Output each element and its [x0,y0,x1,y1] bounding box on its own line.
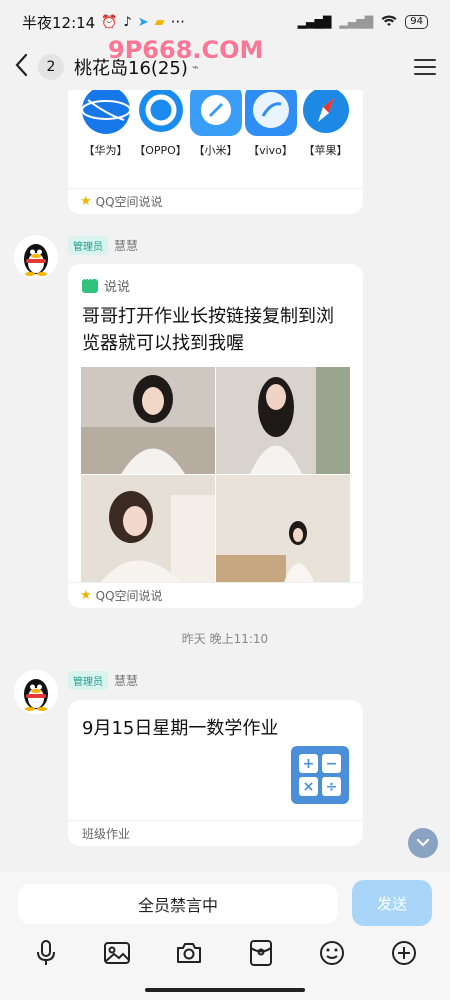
image-icon [104,942,131,964]
sender-info: 管理员 慧慧 [68,671,138,690]
input-area: 全员禁言中 发送 [0,872,450,1000]
back-button[interactable] [14,53,34,82]
scroll-down-button[interactable] [408,828,438,858]
red-packet-icon [249,940,272,966]
home-indicator[interactable] [145,988,305,992]
calc-key: ÷ [322,777,341,796]
app-label: 【苹果】 [303,144,348,157]
watermark: 9P668.COM [108,36,264,64]
calc-key: × [299,777,318,796]
alarm-icon: ⏰ [101,14,118,30]
plus-circle-icon [392,941,417,965]
app-list: 【华为】 【OPPO】 【小米】 【vivo】 【苹果】 [68,90,363,158]
menu-line-icon [414,73,436,75]
tiktok-icon: ♪ [123,14,132,30]
sender-info: 管理员 慧慧 [68,236,138,255]
card-footer: ★ QQ空间说说 [68,188,363,214]
post-text: 哥哥打开作业长按链接复制到浏览器就可以找到我喔 [82,306,334,354]
oppo-browser-icon [134,90,187,136]
send-icon: ➤ [137,14,149,30]
chevron-down-icon [416,838,430,847]
app-apple[interactable]: 【苹果】 [298,90,353,158]
star-icon: ★ [80,194,92,209]
chevron-left-icon [15,53,28,76]
card-footer: ★ QQ空间说说 [68,582,363,608]
send-button[interactable]: 发送 [352,880,432,926]
app-label: 【华为】 [83,144,128,157]
wifi-icon [381,15,397,30]
signal-icon: ▂▄▆█ [297,15,332,29]
message-timestamp: 昨天 晚上11:10 [181,632,269,646]
homework-message-card[interactable]: 9月15日星期一数学作业 + − × ÷ 班级作业 [68,700,363,846]
role-badge: 管理员 [68,236,108,255]
homework-title: 9月15日星期一数学作业 [82,718,279,739]
app-oppo[interactable]: 【OPPO】 [133,90,188,158]
app-label: 【vivo】 [248,144,293,157]
chat-area[interactable]: 【华为】 【OPPO】 【小米】 【vivo】 【苹果】 ★ QQ空间说说 管理… [0,90,450,872]
input-toolbar [0,938,450,968]
signal2-icon: ▂▄▆█ [339,15,374,29]
star-icon: ★ [80,588,92,603]
app-huawei[interactable]: 【华为】 [78,90,133,158]
sender-name[interactable]: 慧慧 [114,237,138,254]
avatar[interactable] [14,670,58,714]
post-message-card[interactable]: 说说 哥哥打开作业长按链接复制到浏览器就可以找到我喔 ★ QQ空间说说 [68,264,363,608]
menu-button[interactable] [414,59,436,75]
app-xiaomi[interactable]: 【小米】 [188,90,243,158]
avatar[interactable] [14,235,58,279]
qq-penguin-icon [24,244,48,276]
app-label: 【OPPO】 [134,144,187,157]
app-label: 【小米】 [193,144,238,157]
emoji-icon [320,941,345,965]
photo[interactable] [216,367,350,474]
xiaomi-browser-icon [189,90,242,136]
sender-name[interactable]: 慧慧 [114,672,138,689]
card-source-label: QQ空间说说 [95,589,163,603]
shuoshuo-icon [82,275,98,293]
red-packet-button[interactable] [246,938,276,968]
photo[interactable] [216,475,350,582]
qq-penguin-icon [24,679,48,711]
menu-line-icon [414,59,436,61]
battery-icon: 94 [405,15,428,29]
calc-key: + [299,754,318,773]
emoji-button[interactable] [317,938,347,968]
card-footer: 班级作业 [68,820,363,846]
photo[interactable] [81,475,215,582]
status-more: ··· [170,13,185,31]
role-badge: 管理员 [68,671,108,690]
camera-button[interactable] [174,938,204,968]
card-source-label: QQ空间说说 [95,195,163,209]
status-time: 半夜12:14 [22,13,96,32]
huawei-browser-icon [80,90,132,136]
photo-grid [81,367,350,582]
vivo-browser-icon [244,90,297,136]
post-header: 说说 [68,264,363,295]
apps-message-card[interactable]: 【华为】 【OPPO】 【小米】 【vivo】 【苹果】 ★ QQ空间说说 [68,90,363,214]
notification-icon: ▰ [154,14,165,30]
voice-button[interactable] [31,938,61,968]
more-button[interactable] [389,938,419,968]
camera-icon [177,943,202,963]
microphone-icon [36,940,55,965]
unread-badge[interactable]: 2 [38,54,64,80]
image-button[interactable] [102,938,132,968]
calculator-icon: + − × ÷ [291,746,349,804]
safari-icon [299,90,352,136]
app-vivo[interactable]: 【vivo】 [243,90,298,158]
calc-key: − [322,754,341,773]
post-type-label: 说说 [104,280,131,295]
muted-input-field[interactable]: 全员禁言中 [18,884,338,924]
photo[interactable] [81,367,215,474]
menu-line-icon [414,66,436,68]
